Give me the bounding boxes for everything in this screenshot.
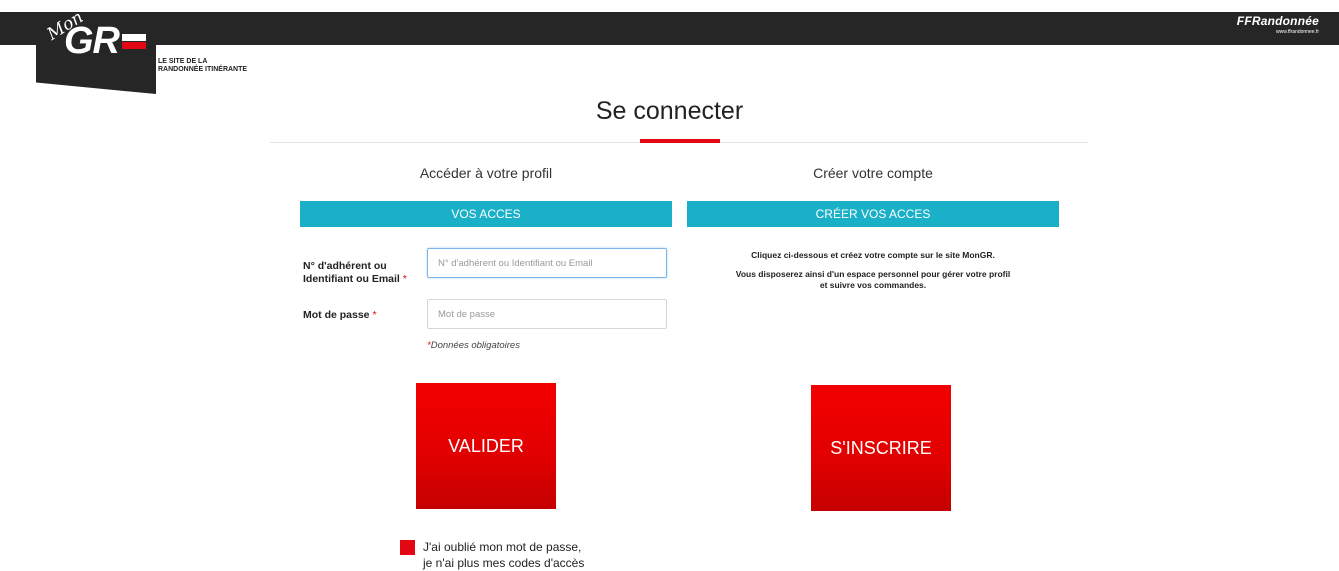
id-label-line-1: N° d'adhérent ou <box>303 260 387 272</box>
register-info-line-3: et suivre vos commandes. <box>819 280 927 290</box>
logo-flag-red <box>122 42 146 49</box>
forgot-password-link[interactable]: J'ai oublié mon mot de passe, je n'ai pl… <box>400 539 584 571</box>
required-mark: * <box>402 273 407 285</box>
site-tagline: LE SITE DE LA RANDONNÉE ITINÉRANTE <box>158 58 247 74</box>
validate-button-label: VALIDER <box>448 435 524 456</box>
tagline-line-2: RANDONNÉE ITINÉRANTE <box>158 66 248 73</box>
logo-flag-white <box>122 34 146 41</box>
forgot-line-1: J'ai oublié mon mot de passe, <box>423 540 582 554</box>
tagline-line-1: LE SITE DE LA <box>158 58 208 65</box>
partner-name: FFRandonnée <box>1236 14 1319 28</box>
password-label-text: Mot de passe <box>303 309 370 321</box>
logo-gr-text: GR <box>64 20 120 62</box>
id-label-line-2: Identifiant ou Email <box>303 273 400 285</box>
register-button[interactable]: S'INSCRIRE <box>811 385 951 511</box>
required-note: *Données obligatoires <box>427 340 520 351</box>
register-info-line-1: Cliquez ci-dessous et créez votre compte… <box>751 250 995 260</box>
password-field-label: Mot de passe * <box>303 309 377 322</box>
register-section-bar: CRÉER VOS ACCES <box>687 201 1059 227</box>
top-bar <box>0 12 1339 45</box>
page-title: Se connecter <box>595 97 744 125</box>
register-button-label: S'INSCRIRE <box>830 437 932 458</box>
login-section-bar: VOS ACCES <box>300 201 672 227</box>
ffrandonnee-logo[interactable]: FFRandonnée www.ffrandonnee.fr <box>1237 14 1319 35</box>
id-input[interactable] <box>427 248 667 278</box>
id-field-label: N° d'adhérent ou Identifiant ou Email * <box>303 260 407 286</box>
forgot-password-text: J'ai oublié mon mot de passe, je n'ai pl… <box>423 539 584 571</box>
register-section-title: Créer votre compte <box>813 165 933 181</box>
partner-url: www.ffrandonnee.fr <box>1276 29 1319 35</box>
forgot-password-square-icon <box>400 540 415 555</box>
title-divider-accent <box>640 139 720 143</box>
register-info-line-2: Vous disposerez ainsi d'un espace person… <box>735 269 1011 279</box>
validate-button[interactable]: VALIDER <box>416 383 556 509</box>
login-section-title: Accéder à votre profil <box>419 165 553 181</box>
password-input[interactable] <box>427 299 667 329</box>
required-note-text: Données obligatoires <box>430 340 520 351</box>
required-mark: * <box>372 309 377 321</box>
mongr-logo[interactable]: Mon GR <box>36 12 156 94</box>
